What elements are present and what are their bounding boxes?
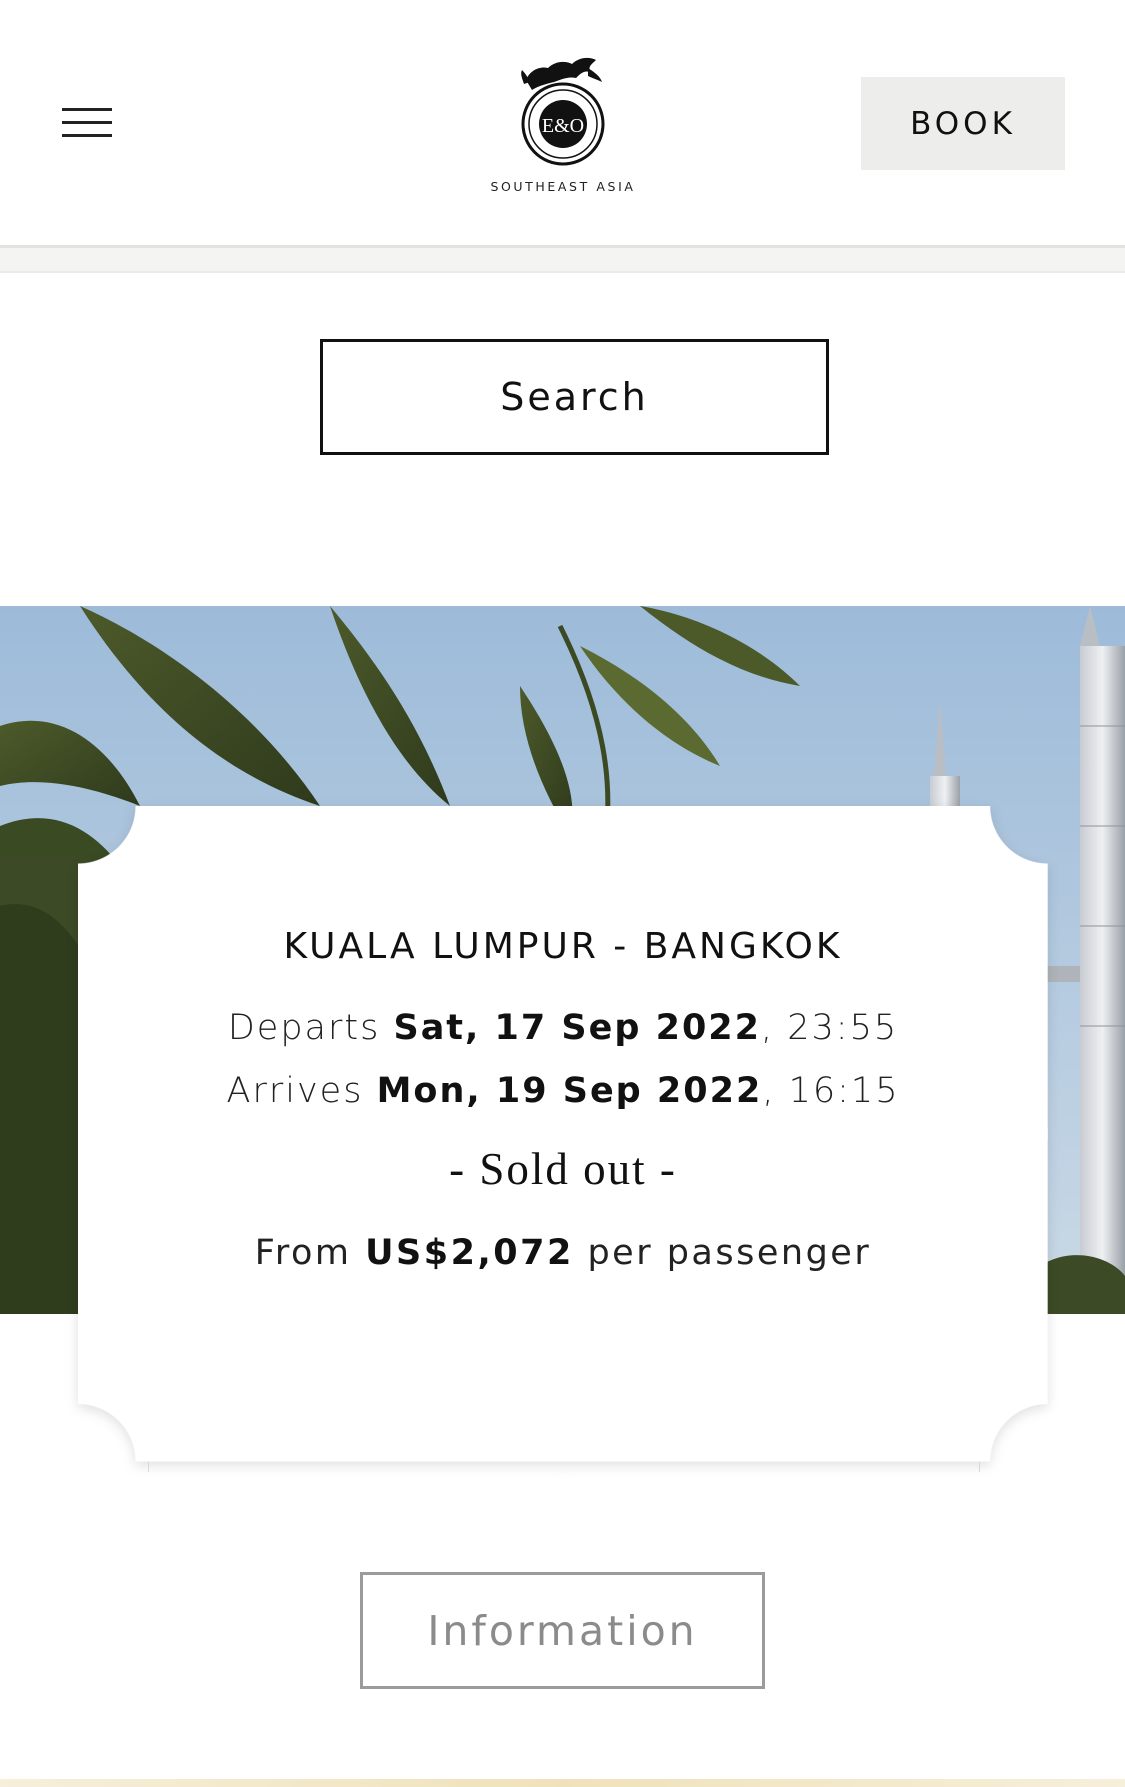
journey-route: KUALA LUMPUR - BANGKOK [283, 926, 843, 967]
sold-out-status: - Sold out - [449, 1144, 677, 1194]
price-line: From US$2,072 per passenger [78, 1233, 1048, 1273]
search-button[interactable]: Search [320, 339, 829, 455]
information-button[interactable]: Information [360, 1572, 765, 1689]
bottom-gold-band [0, 1779, 1125, 1787]
logo-subtitle: SOUTHEAST ASIA [490, 179, 636, 194]
departs-time: , 23:55 [761, 1008, 899, 1048]
arrives-date: Mon, 19 Sep 2022 [376, 1071, 763, 1111]
journey-times: Departs Sat, 17 Sep 2022, 23:55 Arrives … [78, 997, 1048, 1123]
price-suffix: per passenger [573, 1233, 872, 1273]
tiger-emblem-icon: E&O [521, 57, 605, 166]
header-divider-strip [0, 248, 1125, 273]
arrives-time: , 16:15 [762, 1071, 900, 1111]
site-header: E&O SOUTHEAST ASIA BOOK [0, 0, 1125, 248]
price-amount: US$2,072 [365, 1233, 574, 1273]
hamburger-menu-icon[interactable] [62, 108, 112, 138]
price-prefix: From [254, 1233, 366, 1273]
departs-date: Sat, 17 Sep 2022 [393, 1008, 762, 1048]
departs-line: Departs Sat, 17 Sep 2022, 23:55 [78, 997, 1048, 1060]
card-shadow-edge [148, 1462, 980, 1472]
brand-logo[interactable]: E&O SOUTHEAST ASIA [480, 48, 646, 198]
departs-label: Departs [227, 1008, 394, 1048]
arrives-line: Arrives Mon, 19 Sep 2022, 16:15 [78, 1060, 1048, 1123]
journey-card[interactable]: KUALA LUMPUR - BANGKOK Departs Sat, 17 S… [78, 806, 1048, 1462]
svg-text:E&O: E&O [542, 115, 584, 137]
book-button[interactable]: BOOK [861, 77, 1065, 170]
arrives-label: Arrives [226, 1071, 377, 1111]
